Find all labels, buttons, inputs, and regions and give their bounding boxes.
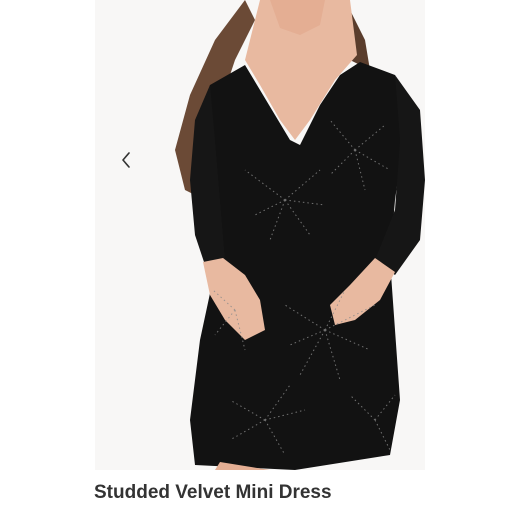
product-caption: Studded Velvet Mini Dress (94, 470, 514, 510)
product-title[interactable]: Studded Velvet Mini Dress (94, 482, 332, 504)
chevron-left-icon (122, 152, 130, 168)
carousel-prev-button[interactable] (116, 145, 138, 175)
dress-photo (95, 0, 425, 470)
product-image (95, 0, 425, 470)
